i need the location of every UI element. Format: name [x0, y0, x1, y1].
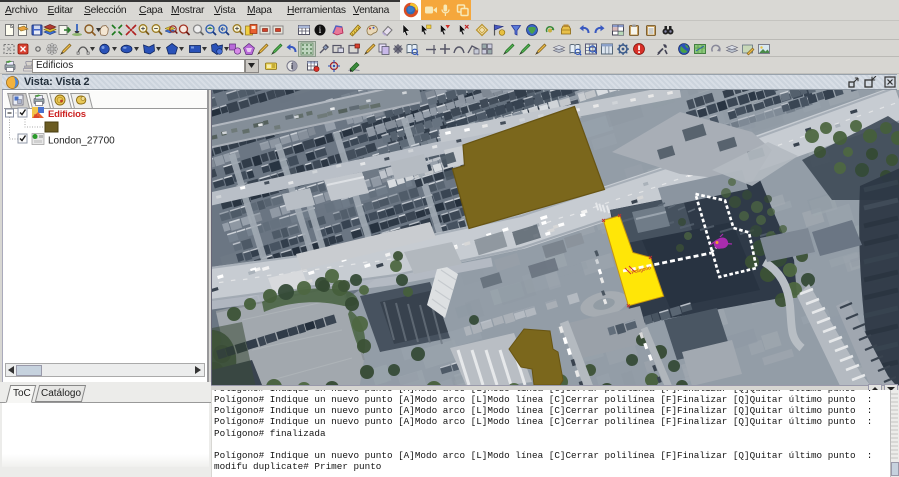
svg-text:i: i	[291, 61, 293, 71]
svg-text:Edificios: Edificios	[48, 109, 86, 120]
svg-text:London_27700: London_27700	[48, 136, 115, 147]
